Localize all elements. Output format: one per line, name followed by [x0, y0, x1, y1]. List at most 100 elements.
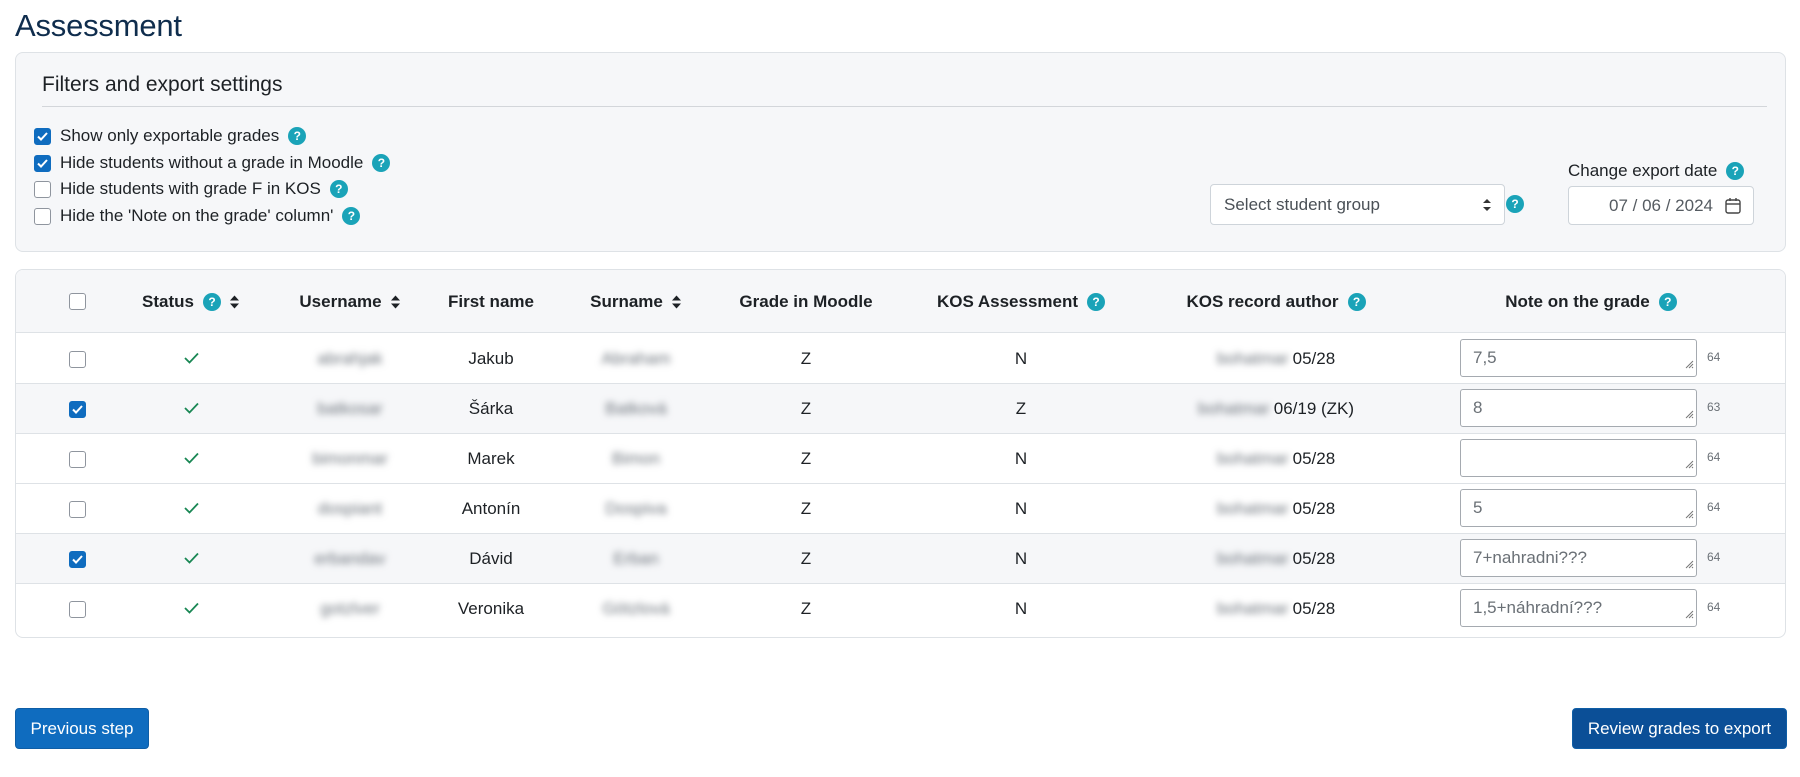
status-cell [116, 584, 266, 634]
filter-hide-without-grade-checkbox[interactable] [34, 154, 51, 172]
page-title: Assessment [15, 8, 182, 43]
kos-assessment-cell: N [1014, 449, 1028, 468]
grade-moodle-cell: Z [800, 349, 812, 368]
sort-icon[interactable] [671, 294, 682, 310]
first-name-cell: Šárka [468, 399, 514, 418]
help-icon[interactable]: ? [329, 180, 348, 198]
calendar-icon [1725, 198, 1741, 214]
surname-cell: Batková [605, 399, 667, 418]
status-cell [116, 534, 266, 584]
help-icon[interactable]: ? [1658, 292, 1677, 311]
first-name-cell: Dávid [469, 549, 513, 568]
kos-assessment-cell: N [1014, 499, 1028, 518]
help-icon[interactable]: ? [342, 207, 361, 225]
kos-assessment-cell: N [1014, 549, 1028, 568]
sort-icon[interactable] [229, 294, 240, 310]
note-char-counter: 64 [1707, 600, 1721, 614]
kos-assessment-cell: Z [1015, 399, 1027, 418]
filter-label: Show only exportable grades [60, 126, 280, 145]
resize-grip-icon[interactable] [1685, 554, 1694, 574]
kos-author-name: bohatmar [1216, 499, 1289, 518]
help-icon[interactable]: ? [1726, 162, 1745, 180]
status-check-icon [183, 549, 199, 569]
grade-moodle-cell: Z [800, 499, 812, 518]
filter-show-exportable: Show only exportable grades ? [34, 125, 307, 147]
student-group-select[interactable]: Select student group [1210, 184, 1505, 225]
header-username[interactable]: Username [270, 270, 430, 333]
filter-hide-note-column-checkbox[interactable] [34, 207, 51, 225]
status-check-icon [183, 449, 199, 469]
first-name-cell: Antonín [461, 499, 521, 518]
help-icon[interactable]: ? [1087, 292, 1106, 311]
status-check-icon [183, 499, 199, 519]
resize-grip-icon[interactable] [1685, 454, 1694, 474]
first-name-cell: Veronika [457, 599, 525, 618]
username-cell: bimonmar [312, 449, 388, 468]
help-icon[interactable]: ? [202, 292, 221, 311]
kos-author-name: bohatmar [1216, 549, 1289, 568]
note-char-counter: 63 [1707, 400, 1721, 414]
select-arrows-icon [1483, 199, 1491, 211]
export-date-input[interactable]: 07 / 06 / 2024 [1568, 186, 1754, 225]
surname-cell: Dospiva [605, 499, 667, 518]
row-select-checkbox[interactable] [68, 450, 86, 468]
kos-author-cell: bohatmar 05/28 [1156, 334, 1396, 384]
note-input[interactable]: 7,5 [1460, 339, 1697, 377]
header-note-label: Note on the grade [1505, 291, 1650, 311]
kos-author-date: 05/28 [1292, 599, 1336, 618]
row-select-cell [42, 584, 112, 634]
row-select-cell [42, 384, 112, 434]
select-all-cell [42, 270, 112, 333]
previous-step-button[interactable]: Previous step [15, 708, 149, 749]
select-all-checkbox[interactable] [68, 293, 86, 310]
filter-hide-without-grade: Hide students without a grade in Moodle … [34, 152, 391, 174]
sort-icon[interactable] [390, 294, 401, 310]
header-kos-author-label: KOS record author [1186, 291, 1339, 311]
note-input[interactable]: 7+nahradni??? [1460, 539, 1697, 577]
resize-grip-icon[interactable] [1685, 504, 1694, 524]
username-cell: abrahjak [317, 349, 383, 368]
note-input-value: 7+nahradni??? [1473, 548, 1587, 567]
review-grades-button[interactable]: Review grades to export [1572, 708, 1787, 749]
grade-moodle-cell: Z [800, 399, 812, 418]
help-icon[interactable]: ? [1347, 292, 1366, 311]
filter-label: Hide the 'Note on the grade' column' [60, 206, 334, 225]
filter-hide-grade-f: Hide students with grade F in KOS ? [34, 178, 348, 200]
help-icon[interactable]: ? [1506, 195, 1524, 213]
kos-author-cell: bohatmar 05/28 [1156, 584, 1396, 634]
filter-show-exportable-checkbox[interactable] [34, 127, 51, 145]
resize-grip-icon[interactable] [1685, 604, 1694, 624]
row-select-checkbox[interactable] [68, 550, 86, 568]
note-input-value: 8 [1473, 398, 1483, 417]
row-select-checkbox[interactable] [68, 600, 86, 618]
row-select-cell [42, 534, 112, 584]
status-cell [116, 434, 266, 484]
export-date-value: 07 / 06 / 2024 [1609, 195, 1713, 215]
table-row: gotzlver Veronika Götzlová Z Nbohatmar 05/28 1… [16, 584, 1785, 634]
header-kos-author: KOS record author ? [1156, 270, 1396, 333]
grade-moodle-cell: Z [800, 599, 812, 618]
kos-author-date: 05/28 [1292, 549, 1336, 568]
table-row: abrahjak Jakub Abraham Z Nbohatmar 05/28 7,5 64 [16, 334, 1785, 384]
header-kos-assessment-label: KOS Assessment [936, 291, 1079, 311]
row-select-checkbox[interactable] [68, 400, 86, 418]
note-input[interactable]: 1,5+náhradní??? [1460, 589, 1697, 627]
note-input-value: 5 [1473, 498, 1483, 517]
kos-assessment-cell: N [1014, 349, 1028, 368]
note-input[interactable]: 5 [1460, 489, 1697, 527]
note-input[interactable]: 8 [1460, 389, 1697, 427]
note-input-value: 7,5 [1473, 348, 1497, 367]
row-select-checkbox[interactable] [68, 350, 86, 368]
resize-grip-icon[interactable] [1685, 354, 1694, 374]
kos-author-cell: bohatmar 05/28 [1156, 534, 1396, 584]
header-note: Note on the grade ? [1466, 270, 1716, 333]
filter-hide-grade-f-checkbox[interactable] [34, 180, 51, 198]
resize-grip-icon[interactable] [1685, 404, 1694, 424]
status-check-icon [183, 349, 199, 369]
note-input[interactable] [1460, 439, 1697, 477]
help-icon[interactable]: ? [372, 154, 391, 172]
header-surname[interactable]: Surname [556, 270, 716, 333]
kos-assessment-cell: N [1014, 599, 1028, 618]
help-icon[interactable]: ? [288, 127, 307, 145]
row-select-checkbox[interactable] [68, 500, 86, 518]
